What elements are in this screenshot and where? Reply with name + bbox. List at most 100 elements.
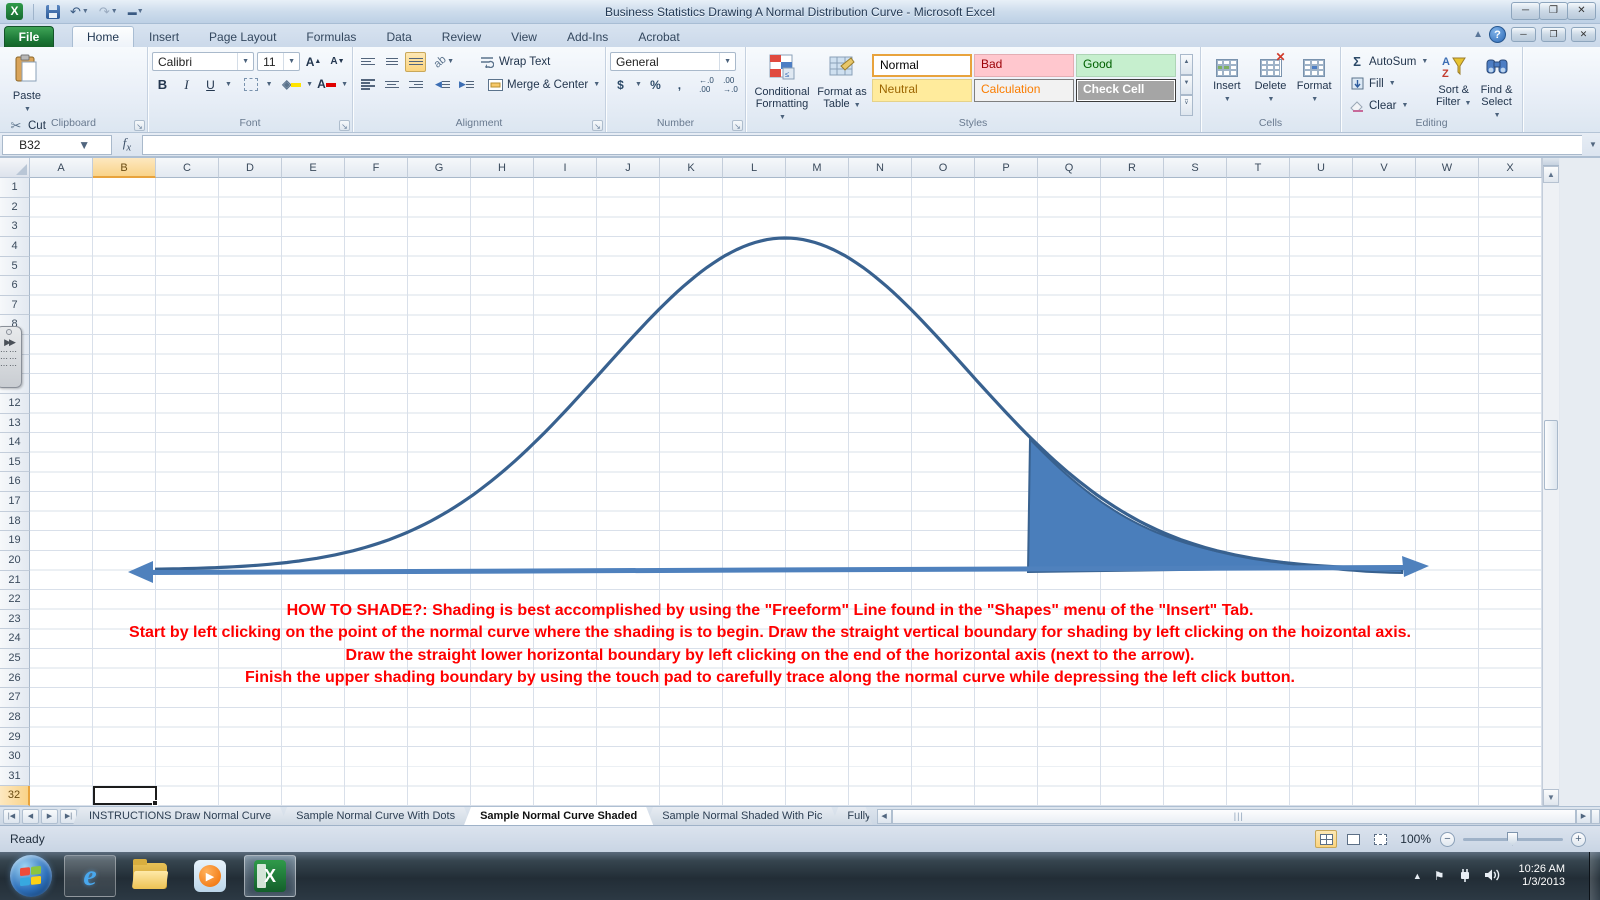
clock[interactable]: 10:26 AM 1/3/2013 [1519, 863, 1565, 889]
scroll-up-button[interactable]: ▲ [1543, 166, 1559, 183]
delete-cells-button[interactable]: ✕ Delete▼ [1249, 50, 1293, 114]
row-header-30[interactable]: 30 [0, 747, 30, 767]
wrap-text-button[interactable]: Wrap Text [475, 51, 554, 72]
row-header-26[interactable]: 26 [0, 669, 30, 689]
column-header-B[interactable]: B [93, 158, 156, 178]
column-header-U[interactable]: U [1290, 158, 1353, 178]
cell-style-good[interactable]: Good [1076, 54, 1176, 77]
tab-add-ins[interactable]: Add-Ins [552, 26, 623, 47]
row-header-4[interactable]: 4 [0, 237, 30, 257]
zoom-in-button[interactable]: + [1571, 832, 1586, 847]
row-header-23[interactable]: 23 [0, 610, 30, 630]
number-dialog-launcher[interactable]: ↘ [732, 120, 743, 131]
column-header-I[interactable]: I [534, 158, 597, 178]
column-header-E[interactable]: E [282, 158, 345, 178]
show-desktop-button[interactable] [1589, 852, 1600, 900]
column-header-H[interactable]: H [471, 158, 534, 178]
docked-mini-toolbar[interactable]: ▶▶ ⋯⋯⋯⋯⋯⋯ [0, 326, 22, 388]
column-header-M[interactable]: M [786, 158, 849, 178]
close-button[interactable]: ✕ [1567, 2, 1596, 20]
tab-acrobat[interactable]: Acrobat [623, 26, 694, 47]
column-header-D[interactable]: D [219, 158, 282, 178]
find-select-button[interactable]: Find & Select ▼ [1475, 50, 1518, 114]
sheet-tab-sample-normal-curve-with-dots[interactable]: Sample Normal Curve With Dots [280, 807, 471, 825]
start-button[interactable] [10, 855, 52, 897]
align-center-button[interactable] [381, 75, 402, 95]
zoom-out-button[interactable]: − [1440, 832, 1455, 847]
row-header-1[interactable]: 1 [0, 178, 30, 198]
tab-split-handle[interactable] [1591, 809, 1600, 824]
align-middle-button[interactable] [381, 52, 402, 72]
cell-style-calculation[interactable]: Calculation [974, 79, 1074, 102]
tab-insert[interactable]: Insert [134, 26, 194, 47]
sheet-tab-sample-normal-shaded-with-pic[interactable]: Sample Normal Shaded With Pic [646, 807, 838, 825]
gallery-up-button[interactable]: ▲ [1180, 54, 1193, 75]
underline-button[interactable]: U [200, 75, 221, 95]
help-icon[interactable]: ? [1489, 26, 1506, 43]
format-as-table-button[interactable]: Format as Table ▼ [814, 50, 870, 114]
show-hidden-icons-button[interactable]: ▲ [1413, 871, 1422, 881]
column-header-X[interactable]: X [1479, 158, 1542, 178]
row-header-13[interactable]: 13 [0, 414, 30, 434]
tab-data[interactable]: Data [371, 26, 426, 47]
align-bottom-button[interactable] [405, 52, 426, 72]
accounting-format-button[interactable]: $ [610, 75, 631, 95]
page-layout-view-button[interactable] [1342, 830, 1364, 848]
decrease-decimal-button[interactable]: .00→.0 [720, 75, 741, 95]
bold-button[interactable]: B [152, 75, 173, 95]
shrink-font-button[interactable]: A▼ [327, 52, 348, 72]
cell-style-normal[interactable]: Normal [872, 54, 972, 77]
align-left-button[interactable] [357, 75, 378, 95]
fill-button[interactable]: Fill▼ [1345, 73, 1432, 94]
borders-button[interactable] [241, 75, 262, 95]
row-header-16[interactable]: 16 [0, 472, 30, 492]
column-header-S[interactable]: S [1164, 158, 1227, 178]
sheet-tab-instructions-draw-normal-curve[interactable]: INSTRUCTIONS Draw Normal Curve [73, 807, 287, 825]
conditional-formatting-button[interactable]: ≤ Conditional Formatting ▼ [750, 50, 814, 114]
paste-button[interactable]: Paste▼ [4, 50, 50, 114]
increase-indent-button[interactable]: ▶ [456, 75, 477, 95]
horizontal-scrollbar[interactable]: ◀ ||| ▶ [877, 807, 1600, 825]
font-dialog-launcher[interactable]: ↘ [339, 120, 350, 131]
zoom-slider-thumb[interactable] [1507, 832, 1518, 846]
comma-style-button[interactable]: , [669, 75, 690, 95]
column-header-P[interactable]: P [975, 158, 1038, 178]
last-sheet-button[interactable]: ▶| [60, 809, 77, 824]
row-header-7[interactable]: 7 [0, 296, 30, 316]
name-box[interactable]: B32▼ [2, 135, 112, 155]
prev-sheet-button[interactable]: ◀ [22, 809, 39, 824]
tab-page-layout[interactable]: Page Layout [194, 26, 291, 47]
row-header-32[interactable]: 32 [0, 786, 30, 806]
tab-view[interactable]: View [496, 26, 552, 47]
sheet-tab-fully[interactable]: Fully [831, 807, 872, 825]
orientation-button[interactable]: ab▼ [429, 52, 459, 72]
taskbar-excel[interactable]: X [244, 855, 296, 897]
row-header-31[interactable]: 31 [0, 767, 30, 787]
workbook-minimize-button[interactable]: ─ [1511, 27, 1536, 42]
grow-font-button[interactable]: A▲ [303, 52, 324, 72]
column-header-G[interactable]: G [408, 158, 471, 178]
row-header-3[interactable]: 3 [0, 217, 30, 237]
scroll-down-button[interactable]: ▼ [1543, 789, 1559, 806]
alignment-dialog-launcher[interactable]: ↘ [592, 120, 603, 131]
taskbar-media-player[interactable]: ▶ [184, 855, 236, 897]
row-header-27[interactable]: 27 [0, 688, 30, 708]
row-header-6[interactable]: 6 [0, 276, 30, 296]
power-plug-icon[interactable] [1457, 868, 1472, 885]
font-name-select[interactable]: Calibri▼ [152, 52, 254, 71]
row-header-12[interactable]: 12 [0, 394, 30, 414]
cell-style-check-cell[interactable]: Check Cell [1076, 79, 1176, 102]
volume-icon[interactable] [1484, 868, 1501, 885]
tab-home[interactable]: Home [72, 26, 134, 47]
hscroll-track[interactable]: ||| [892, 809, 1576, 824]
row-header-29[interactable]: 29 [0, 728, 30, 748]
page-break-view-button[interactable] [1369, 830, 1391, 848]
row-header-2[interactable]: 2 [0, 198, 30, 218]
hscroll-right-button[interactable]: ▶ [1576, 809, 1591, 824]
align-top-button[interactable] [357, 52, 378, 72]
format-cells-button[interactable]: Format▼ [1292, 50, 1336, 114]
sheet-tab-sample-normal-curve-shaded[interactable]: Sample Normal Curve Shaded [464, 807, 653, 825]
column-header-J[interactable]: J [597, 158, 660, 178]
row-header-20[interactable]: 20 [0, 551, 30, 571]
gallery-more-button[interactable]: ⊽ [1180, 95, 1193, 116]
